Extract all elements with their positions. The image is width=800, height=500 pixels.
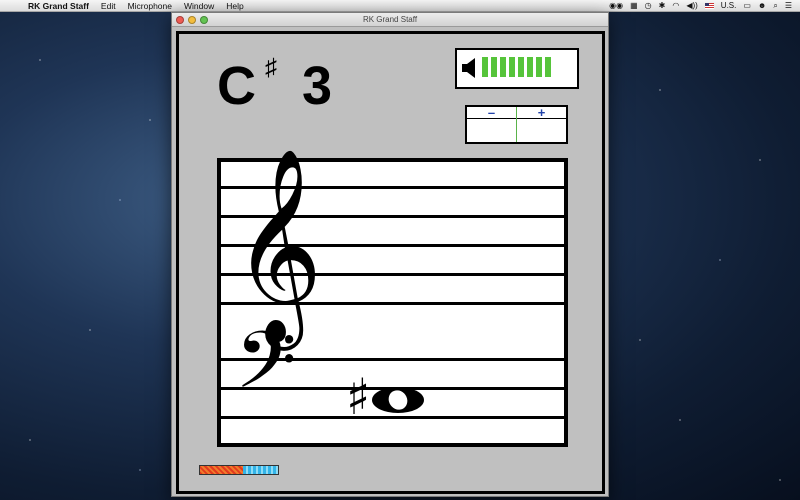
decrease-button[interactable]: – xyxy=(467,106,516,142)
window-title: RK Grand Staff xyxy=(362,15,418,24)
volume-bar xyxy=(509,57,515,77)
spotlight-search-icon[interactable]: ⌕ xyxy=(773,0,777,12)
volume-bar xyxy=(518,57,524,77)
increase-button[interactable]: + xyxy=(516,106,566,142)
plus-label: + xyxy=(517,106,566,119)
menu-window[interactable]: Window xyxy=(178,0,220,12)
note-letter: C xyxy=(217,56,256,116)
notification-center-icon[interactable]: ☰ xyxy=(785,0,792,12)
volume-bar xyxy=(500,57,506,77)
menu-microphone[interactable]: Microphone xyxy=(122,0,178,12)
main-panel: C ♯ 3 – + 𝄞 𝄢 ♯ xyxy=(176,31,605,494)
user-icon[interactable]: ☻ xyxy=(758,0,766,12)
window-titlebar[interactable]: RK Grand Staff xyxy=(172,13,608,27)
menu-bar: RK Grand Staff Edit Microphone Window He… xyxy=(0,0,800,12)
time-machine-icon[interactable]: ◷ xyxy=(645,0,652,12)
minimize-window-button[interactable] xyxy=(188,16,196,24)
binoculars-icon[interactable]: ◉◉ xyxy=(609,0,623,12)
menu-app-name[interactable]: RK Grand Staff xyxy=(22,0,95,12)
volume-bar xyxy=(536,57,542,77)
volume-menu-icon[interactable]: ◀)) xyxy=(686,0,697,12)
meter-output-segment xyxy=(242,466,278,474)
bass-clef-icon: 𝄢 xyxy=(235,314,297,426)
meter-input-segment xyxy=(200,466,243,474)
note-name-display: C ♯ 3 xyxy=(217,54,332,116)
input-level-meter xyxy=(199,465,279,475)
octave-stepper: – + xyxy=(465,105,568,144)
battery-icon[interactable]: ▭ xyxy=(743,0,751,12)
zoom-window-button[interactable] xyxy=(200,16,208,24)
menu-edit[interactable]: Edit xyxy=(95,0,122,12)
speaker-icon xyxy=(462,58,475,78)
volume-indicator[interactable] xyxy=(455,48,579,89)
app-window: RK Grand Staff C ♯ 3 – + 𝄞 𝄢 ♯ xyxy=(171,12,609,497)
close-window-button[interactable] xyxy=(176,16,184,24)
us-flag-icon[interactable] xyxy=(704,2,714,9)
treble-clef-icon: 𝄞 xyxy=(233,146,323,342)
volume-bar xyxy=(545,57,551,77)
note-octave: 3 xyxy=(302,56,333,116)
volume-bar xyxy=(491,57,497,77)
note-accidental: ♯ xyxy=(265,54,277,81)
menu-help[interactable]: Help xyxy=(220,0,249,12)
wifi-icon[interactable]: ◠ xyxy=(672,0,679,12)
volume-bars xyxy=(482,57,551,77)
volume-bar xyxy=(527,57,533,77)
calendar-icon[interactable]: ▦ xyxy=(630,0,638,12)
volume-bar xyxy=(482,57,488,77)
minus-label: – xyxy=(467,106,516,119)
whole-note-icon xyxy=(372,387,424,413)
status-area: ◉◉ ▦ ◷ ✱ ◠ ◀)) U.S. ▭ ☻ ⌕ ☰ xyxy=(609,0,800,12)
window-controls xyxy=(176,16,208,24)
input-source-label[interactable]: U.S. xyxy=(721,0,737,12)
note-sharp-sign: ♯ xyxy=(346,368,371,426)
grand-staff: 𝄞 𝄢 ♯ xyxy=(217,158,568,447)
bluetooth-icon[interactable]: ✱ xyxy=(659,0,666,12)
